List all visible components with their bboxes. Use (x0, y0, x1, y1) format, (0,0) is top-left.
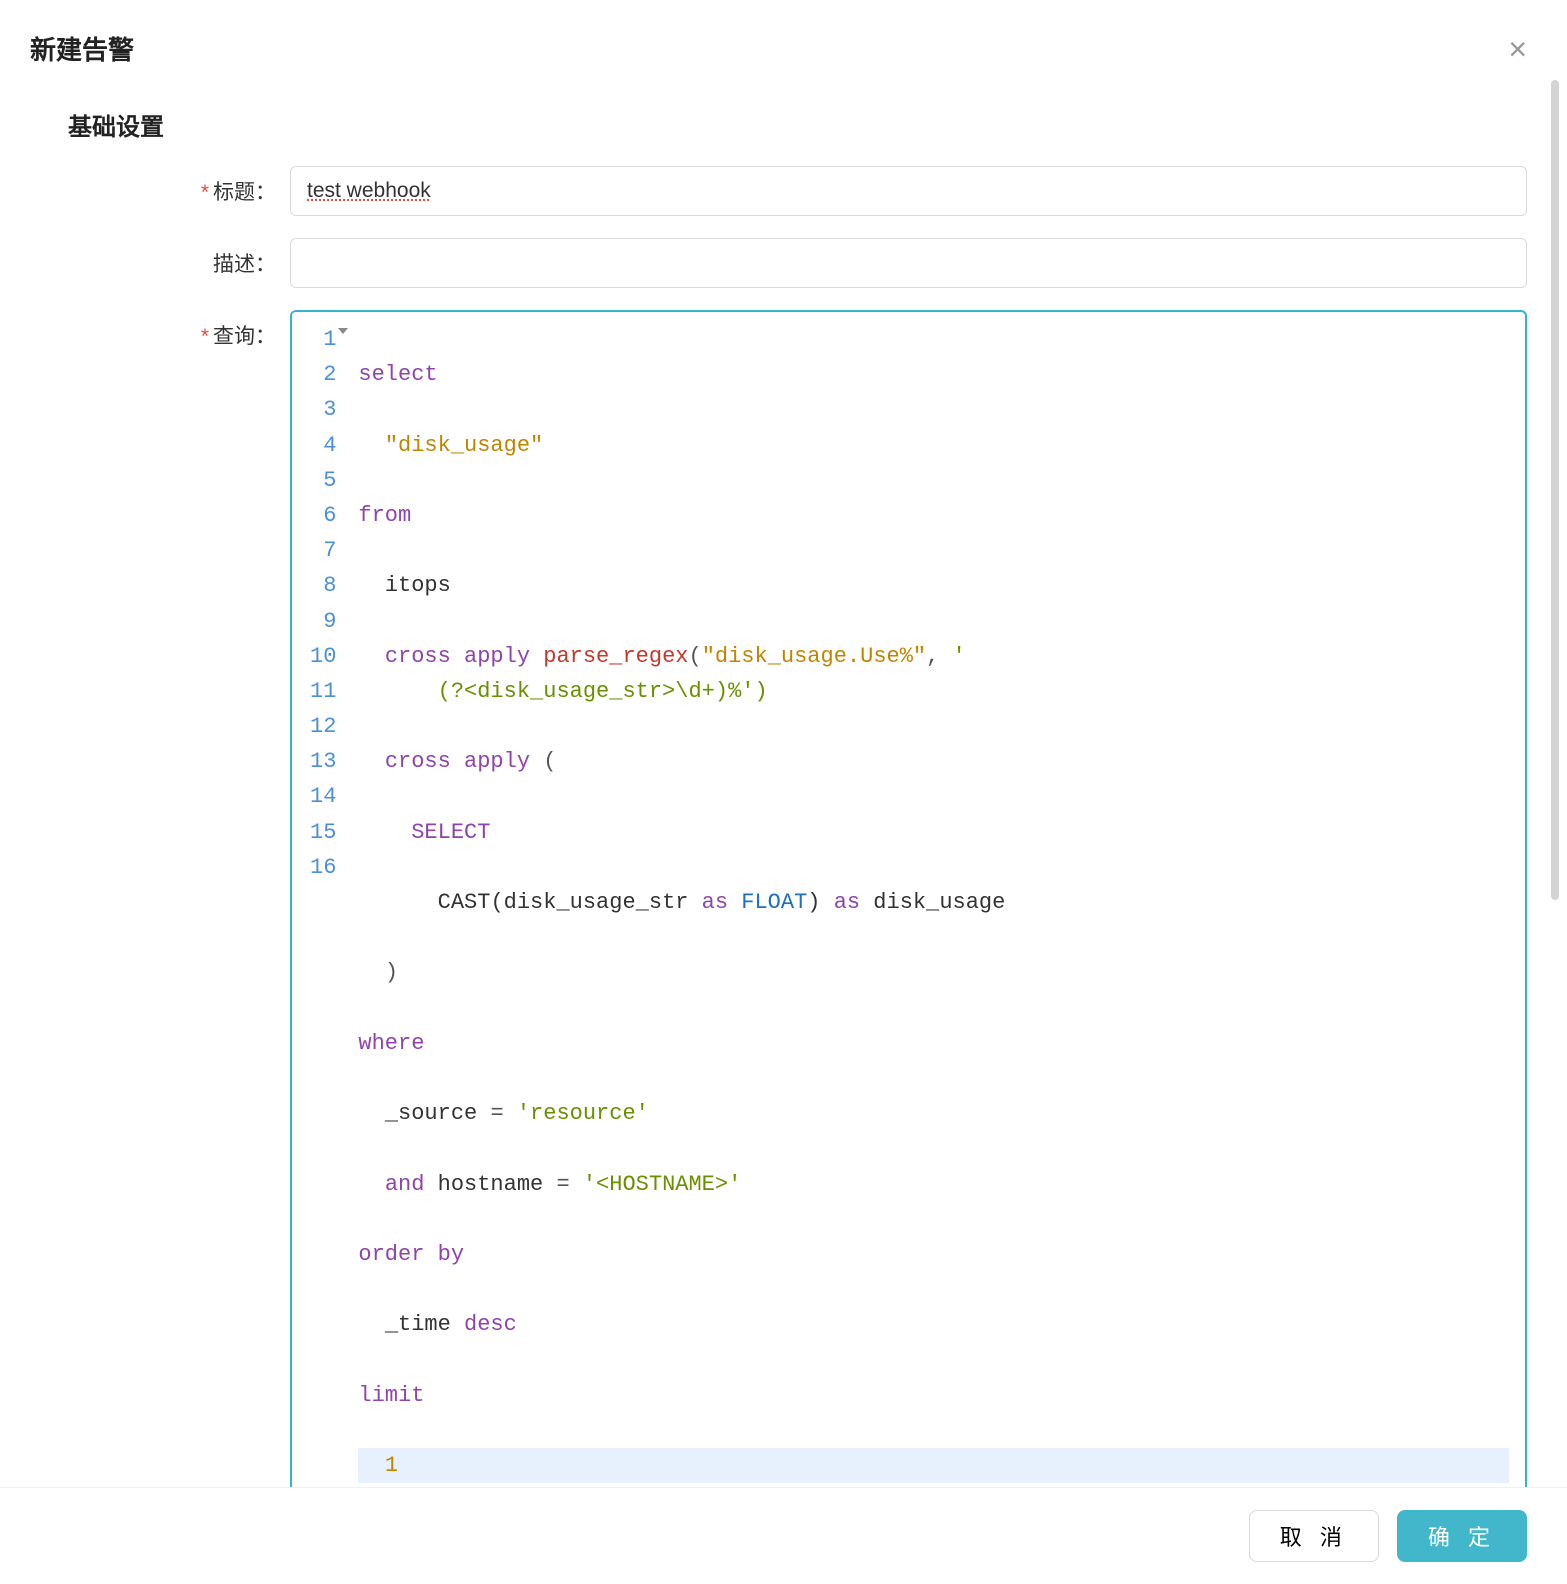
modal-header: 新建告警 × (0, 0, 1567, 87)
editor-content[interactable]: select "disk_usage" from itops cross app… (352, 312, 1525, 1487)
cancel-button[interactable]: 取 消 (1249, 1510, 1379, 1562)
required-marker: * (201, 325, 209, 348)
section-basic-title: 基础设置 (68, 107, 1527, 142)
query-editor[interactable]: 1 2 3 4 5 6 7 8 9 10 11 12 13 14 (290, 310, 1527, 1487)
required-marker: * (201, 181, 209, 204)
confirm-button[interactable]: 确 定 (1397, 1510, 1527, 1562)
description-input[interactable] (290, 238, 1527, 288)
fold-icon[interactable] (338, 328, 348, 334)
close-icon[interactable]: × (1508, 33, 1527, 65)
title-input[interactable] (290, 166, 1527, 216)
modal-title: 新建告警 (30, 30, 134, 67)
row-query: *查询： 1 2 3 4 5 6 7 8 9 10 11 (40, 310, 1527, 1487)
label-query: *查询： (40, 310, 290, 350)
modal-body: 基础设置 *标题： 描述： *查询： 1 (0, 87, 1567, 1487)
editor-gutter: 1 2 3 4 5 6 7 8 9 10 11 12 13 14 (292, 312, 352, 1487)
scrollbar[interactable] (1551, 80, 1559, 900)
row-title: *标题： (40, 166, 1527, 216)
row-description: 描述： (40, 238, 1527, 288)
label-title: *标题： (40, 166, 290, 206)
new-alert-modal: 新建告警 × 基础设置 *标题： 描述： *查询： (0, 0, 1567, 1584)
modal-footer: 取 消 确 定 (0, 1487, 1567, 1584)
label-description: 描述： (40, 238, 290, 278)
